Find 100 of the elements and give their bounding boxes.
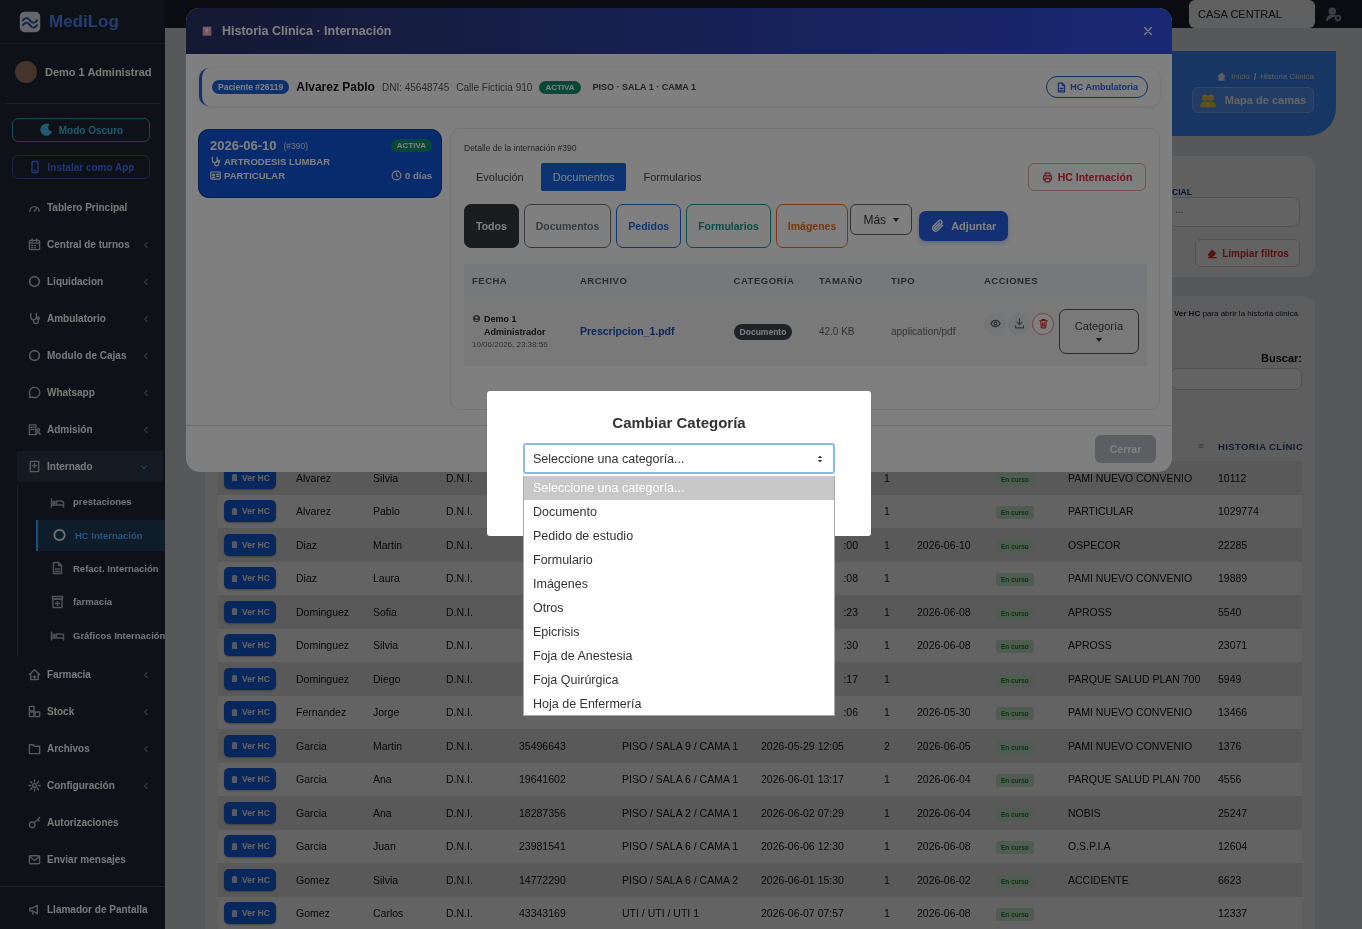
dropdown-option[interactable]: Pedido de estudio [524,524,834,548]
sidebar-subitem[interactable]: Refact. Internación [18,551,165,585]
sidebar-item[interactable]: Whatsapp [0,374,165,411]
view-record-button[interactable]: Ver HC [224,701,276,724]
print-record-button[interactable]: HC Internación [1028,163,1146,191]
chevron-left-icon [141,239,151,250]
bed-map-button[interactable]: Mapa de camas [1192,87,1314,113]
filter-button[interactable]: Documentos [523,204,612,248]
column-header: CATEGORÍA [725,264,811,296]
table-cell: APROSS [1068,639,1112,652]
dropdown-option[interactable]: Formulario [524,548,834,572]
clipboard-icon [230,573,239,583]
filter-button[interactable]: Pedidos [616,204,682,248]
patient-address: Calle Ficticia 910 [456,81,533,93]
table-cell: D.N.I. [446,840,473,853]
sidebar-item[interactable]: Internado [17,451,163,482]
dropdown-option[interactable]: Foja de Anestesia [524,644,834,668]
file-link[interactable]: Prescripcion_1.pdf [580,325,675,337]
dropdown-option[interactable]: Imágenes [524,572,834,596]
dropdown-option[interactable]: Documento [524,500,834,524]
dropdown-option[interactable]: Otros [524,596,834,620]
table-cell: Dominguez [296,672,350,685]
breadcrumb-separator: / [1253,71,1257,82]
close-icon [1142,25,1154,37]
dialog-title: Cambiar Categoría [611,414,747,431]
sidebar-subitem[interactable]: HC Internación [36,519,165,551]
table-cell: Dominguez [296,639,350,652]
sidebar-item[interactable]: Archivos [0,730,165,767]
view-record-button[interactable]: Ver HC [224,500,276,523]
sidebar-item[interactable]: Enviar mensajes [0,841,165,878]
patient-dni: DNI: 45648745 [381,81,450,93]
table-cell: Jorge [373,706,400,719]
close-button[interactable] [1142,25,1154,37]
outpatient-record-button[interactable]: HC Ambulatoria [1046,76,1148,98]
table-cell: 1 [884,572,890,585]
tab[interactable]: Documentos [540,163,627,191]
category-dropdown-button[interactable]: Categoría [1059,308,1139,354]
sidebar-item[interactable]: Stock [0,693,165,730]
author-name: Demo 1 Administrador [484,313,547,339]
category-select[interactable]: Seleccione una categoría... [523,443,835,474]
sidebar-item[interactable]: Farmacia [0,656,165,693]
table-cell: PARQUE SALUD PLAN 700 [1068,773,1201,786]
filter-button[interactable]: Formularios [686,204,771,248]
table-cell: 5949 [1218,672,1242,685]
sidebar-subitem[interactable]: prestaciones [18,485,165,519]
field-label: CIAL [1172,187,1193,197]
table-cell: D.N.I. [446,639,473,652]
sidebar-item[interactable]: Llamador de Pantalla [0,891,165,928]
view-record-button[interactable]: Ver HC [224,600,276,623]
sidebar-item[interactable]: Autorizaciones [0,804,165,841]
clear-filters-button[interactable]: Limpiar filtros [1195,239,1300,267]
view-record-button[interactable]: Ver HC [224,634,276,657]
view-record-button[interactable]: Ver HC [224,801,276,824]
view-record-button[interactable]: Ver HC [224,768,276,791]
view-button[interactable] [984,312,1006,335]
search-field[interactable] [1170,368,1302,390]
view-record-button[interactable]: Ver HC [224,868,276,891]
tab[interactable]: Evolución [464,163,536,191]
tab[interactable]: Formularios [631,163,714,191]
view-record-button[interactable]: Ver HC [224,533,276,556]
table-cell: 12604 [1218,840,1248,853]
table-cell: PISO / SALA 9 / CAMA 1 [622,739,739,752]
sidebar-subitem[interactable]: Gráficos Internación [18,618,165,652]
filter-button[interactable]: Imágenes [775,204,849,248]
admission-card[interactable]: 2026-06-10 (#390) ACTIVA ARTRODESIS LUMBAR PARTICULAR 0 días [199,130,441,197]
attach-button[interactable]: Adjuntar [919,211,1009,241]
sidebar-item[interactable]: Liquidacion [0,263,165,300]
eraser-icon [1206,247,1219,259]
sidebar-item[interactable]: Central de turnos [0,226,165,263]
table-cell: 1 [884,639,890,652]
view-record-button[interactable]: Ver HC [224,567,276,590]
table-cell: :08 [843,572,858,585]
theme-toggle-button[interactable]: Modo Oscuro [12,118,150,142]
filter-button[interactable]: Todos [464,204,519,248]
sidebar-item[interactable]: Admisión [0,411,165,448]
table-cell: PARQUE SALUD PLAN 700 [1068,672,1201,685]
branch-select[interactable]: CASA CENTRAL [1189,0,1315,28]
sidebar-item[interactable]: Tablero Principal [0,189,165,226]
sidebar-item[interactable]: Configuración [0,767,165,804]
more-dropdown-button[interactable]: Más [850,204,913,235]
dropdown-option[interactable]: Foja Quirúrgica [524,668,834,692]
view-record-button[interactable]: Ver HC [224,734,276,757]
table-cell: PAMI NUEVO CONVENIO [1068,706,1193,719]
column-header[interactable]: HISTORIA CLÍNIC [1212,431,1302,461]
sidebar-subitem[interactable]: farmacia [18,585,165,619]
table-cell: 1 [884,706,890,719]
table-cell: D.N.I. [446,773,473,786]
dropdown-option[interactable]: Epicrisis [524,620,834,644]
table-cell: 2026-06-05 [917,739,971,752]
delete-button[interactable] [1032,312,1054,335]
clipboard-icon [230,875,239,885]
table-cell: :17 [843,672,858,685]
download-button[interactable] [1008,312,1030,335]
sidebar-item[interactable]: Modulo de Cajas [0,337,165,374]
view-record-button[interactable]: Ver HC [224,667,276,690]
sidebar-item[interactable]: Ambulatorio [0,300,165,337]
view-record-button[interactable]: Ver HC [224,835,276,858]
clipboard-icon [230,607,239,617]
dropdown-option[interactable]: Hoja de Enfermería [524,692,834,715]
view-record-button[interactable]: Ver HC [224,902,276,925]
